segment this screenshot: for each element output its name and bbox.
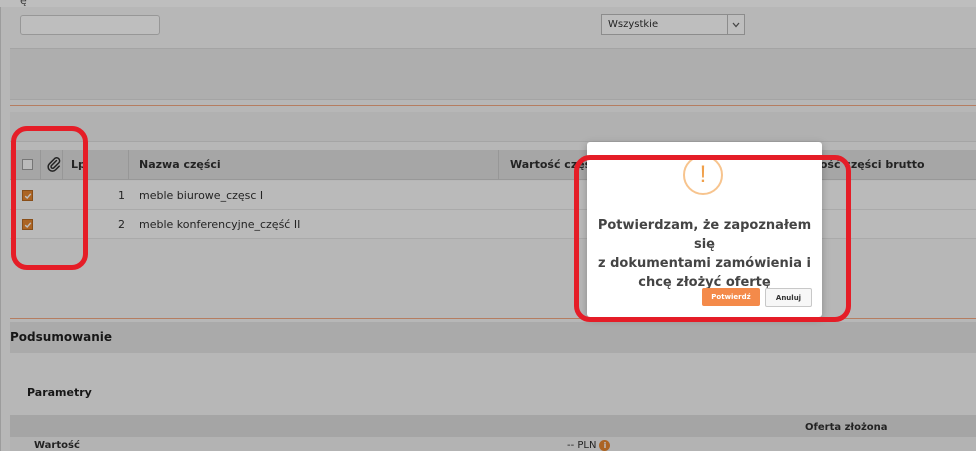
highlight-checkbox-column xyxy=(11,126,88,270)
highlight-dialog xyxy=(574,155,851,322)
